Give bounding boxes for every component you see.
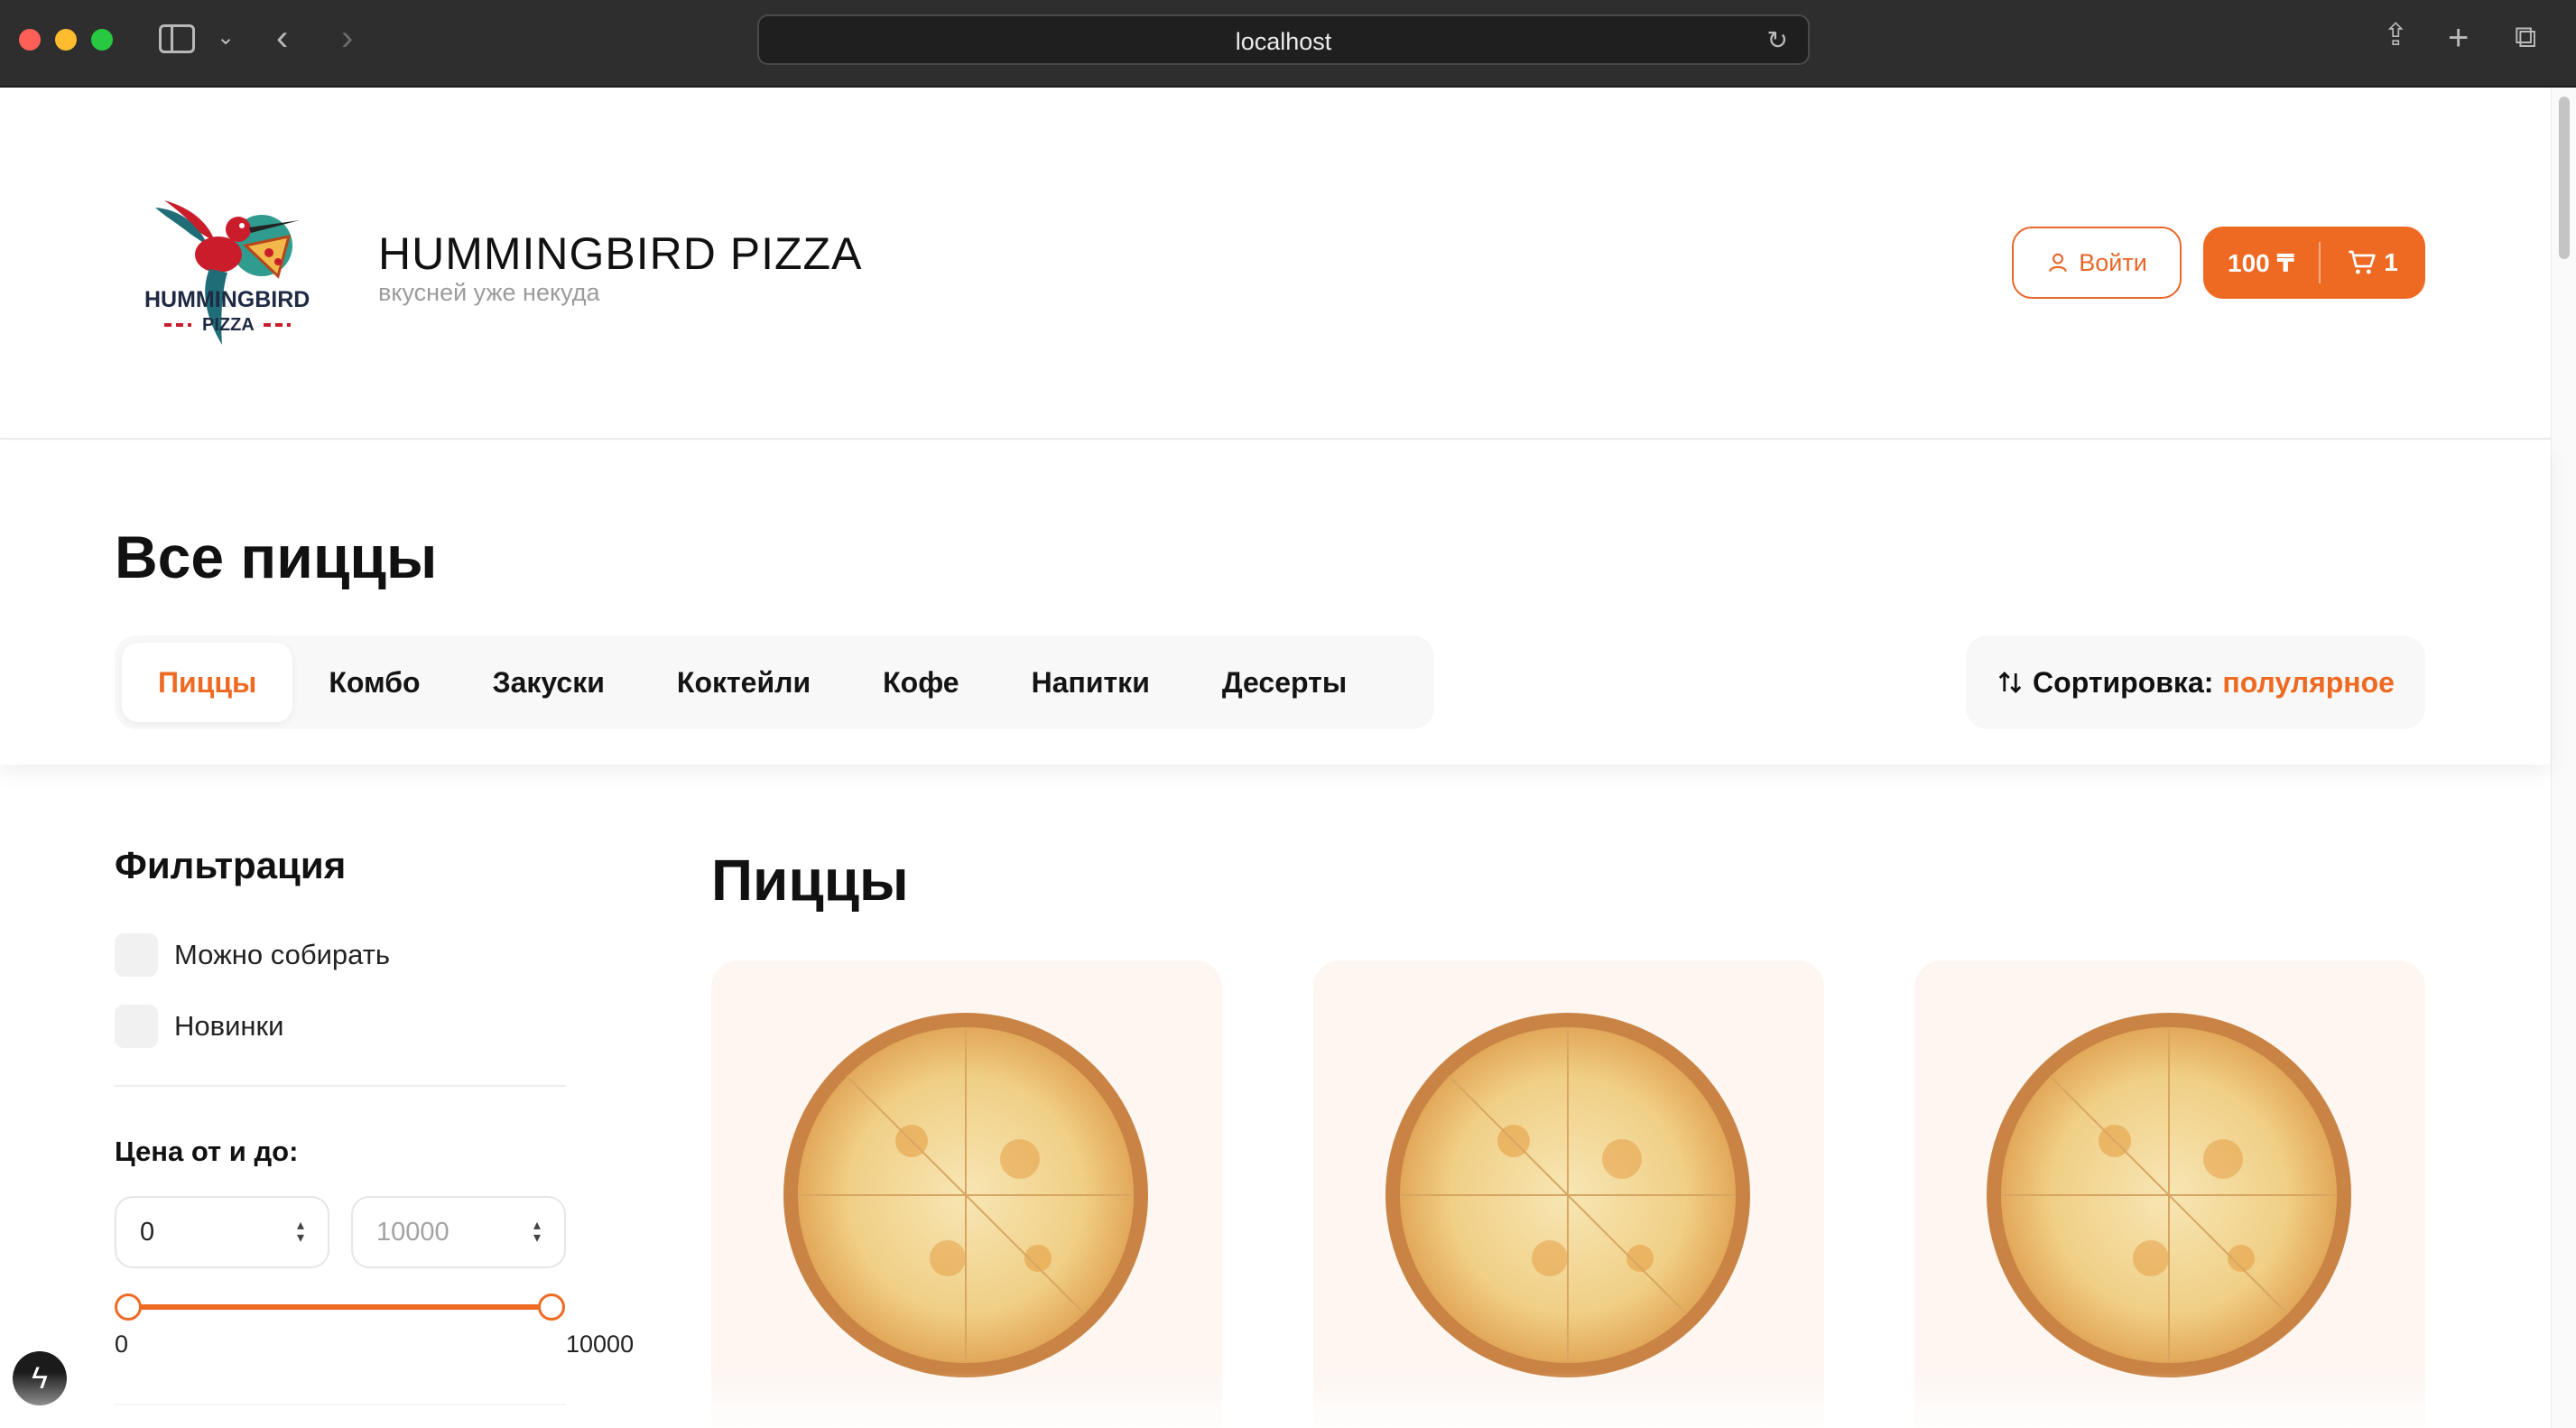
sidebar-toggle-icon[interactable]	[159, 24, 195, 53]
tab-cocktails[interactable]: Коктейли	[641, 643, 847, 722]
login-label: Войти	[2079, 248, 2147, 276]
new-tab-icon[interactable]: +	[2448, 20, 2469, 56]
checkbox[interactable]	[115, 933, 158, 977]
tab-desserts[interactable]: Десерты	[1186, 643, 1383, 722]
price-slider-max-handle[interactable]	[538, 1294, 565, 1321]
tab-combo[interactable]: Комбо	[292, 643, 456, 722]
close-window-button[interactable]	[19, 29, 41, 51]
sort-arrows-icon	[1998, 672, 2022, 693]
product-card[interactable]	[1914, 960, 2425, 1428]
forward-icon[interactable]: ›	[341, 20, 353, 56]
catalog-top-bar: Все пиццы Пиццы Комбо Закуски Коктейли К…	[0, 441, 2551, 765]
filters-title: Фильтрация	[115, 844, 347, 886]
product-card[interactable]	[1313, 960, 1824, 1428]
pizza-image	[1385, 1013, 1750, 1377]
minimize-window-button[interactable]	[55, 29, 77, 51]
checkbox-label: Можно собирать	[174, 939, 391, 970]
number-stepper-icon[interactable]: ▴ ▾	[533, 1219, 541, 1246]
chevron-down-icon[interactable]: ⌄	[217, 27, 235, 49]
cart-total: 100 ₸	[2228, 248, 2294, 277]
browser-toolbar: ⌄ ‹ › localhost ↻ ⇪ + ⧉	[0, 0, 2576, 88]
cart-icon	[2349, 250, 2376, 274]
number-stepper-icon[interactable]: ▴ ▾	[297, 1219, 304, 1246]
category-tabs: Пиццы Комбо Закуски Коктейли Кофе Напитк…	[115, 635, 1434, 729]
logo-text-bottom: PIZZA	[202, 315, 255, 335]
filter-option-new[interactable]: Новинки	[115, 1005, 283, 1048]
tab-coffee[interactable]: Кофе	[847, 643, 995, 722]
price-to-input[interactable]: 10000 ▴ ▾	[351, 1196, 566, 1268]
zoom-window-button[interactable]	[91, 29, 113, 51]
price-from-value: 0	[140, 1217, 155, 1247]
bottom-fade	[0, 1372, 2551, 1428]
tab-snacks[interactable]: Закуски	[457, 643, 641, 722]
product-card[interactable]	[711, 960, 1222, 1428]
price-to-placeholder: 10000	[376, 1217, 449, 1247]
tab-pizzas[interactable]: Пиццы	[122, 643, 293, 722]
pizza-image	[1987, 1013, 2351, 1377]
price-from-input[interactable]: 0 ▴ ▾	[115, 1196, 329, 1268]
logo-text-top: HUMMINGBIRD	[144, 287, 310, 312]
url-text: localhost	[1235, 28, 1332, 55]
sort-dropdown[interactable]: Сортировка: полулярное	[1966, 635, 2425, 729]
reload-icon[interactable]: ↻	[1767, 28, 1788, 53]
share-icon[interactable]: ⇪	[2383, 20, 2409, 51]
hummingbird-logo[interactable]: HUMMINGBIRD PIZZA	[137, 182, 318, 345]
tabs-overview-icon[interactable]: ⧉	[2515, 22, 2536, 52]
site-header: HUMMINGBIRD PIZZA HUMMINGBIRD PIZZA вкус…	[0, 88, 2551, 440]
tab-drinks[interactable]: Напитки	[996, 643, 1186, 722]
brand-title: HUMMINGBIRD PIZZA	[378, 228, 863, 279]
price-slider-range[interactable]	[128, 1304, 552, 1310]
scrollbar-thumb[interactable]	[2559, 97, 2570, 259]
slider-min-label: 0	[115, 1331, 129, 1358]
address-bar[interactable]: localhost ↻	[757, 14, 1810, 65]
sort-label: Сортировка:	[2033, 665, 2214, 699]
brand-subtitle: вкусней уже некуда	[378, 279, 600, 306]
section-title: Пиццы	[711, 848, 909, 913]
login-button[interactable]: Войти	[2012, 227, 2182, 299]
cart-count: 1	[2384, 248, 2398, 276]
checkbox-label: Новинки	[174, 1010, 284, 1042]
sort-value: полулярное	[2222, 665, 2395, 699]
price-slider-min-handle[interactable]	[115, 1294, 142, 1321]
page-scrollbar[interactable]	[2551, 88, 2576, 1428]
checkbox[interactable]	[115, 1005, 158, 1048]
filter-option-customizable[interactable]: Можно собирать	[115, 933, 390, 977]
page-title: Все пиццы	[115, 524, 438, 590]
filter-divider	[115, 1085, 566, 1087]
back-icon[interactable]: ‹	[276, 20, 288, 56]
cart-button[interactable]: 100 ₸ 1	[2203, 227, 2425, 299]
pizza-image	[783, 1013, 1148, 1377]
slider-max-label: 10000	[566, 1331, 635, 1358]
price-range-label: Цена от и до:	[115, 1136, 299, 1167]
user-icon	[2049, 253, 2067, 273]
